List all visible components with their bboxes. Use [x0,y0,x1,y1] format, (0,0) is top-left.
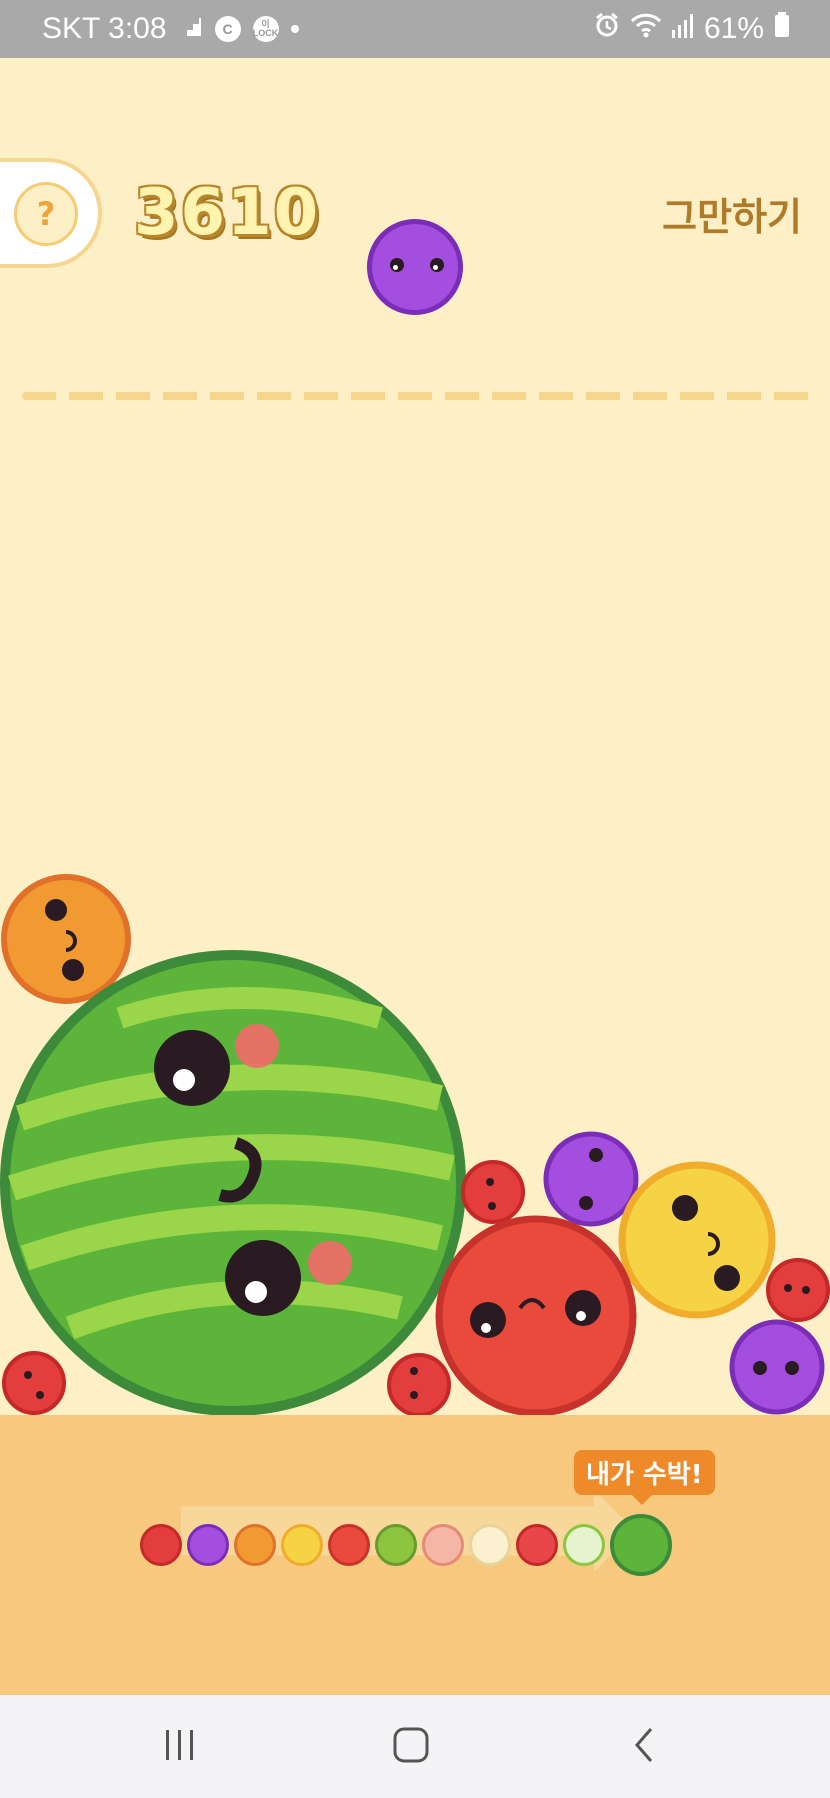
notification-dot-icon [290,25,299,33]
wifi-icon [630,12,662,46]
chain-tomato [516,1524,558,1566]
fruit-grape [543,1131,639,1227]
status-left: SKT 3:08 C 이 LOCK [42,12,299,46]
recent-apps-icon[interactable] [150,1715,210,1775]
fruit-strawberry [766,1258,830,1322]
fruit-field [0,874,830,1415]
chain-grape [187,1524,229,1566]
navigation-bar [0,1695,830,1798]
alarm-icon [594,12,620,46]
fruit-persimmon [618,1161,776,1319]
fruit-grape [729,1319,825,1415]
chain-kiwi [375,1524,417,1566]
back-icon[interactable] [614,1715,674,1775]
home-icon[interactable] [381,1715,441,1775]
evolution-chain [140,1514,672,1576]
signal-steps-icon [179,12,203,46]
floor: 내가 수박! [0,1415,830,1695]
fruit-orange [1,874,131,1004]
battery-icon [774,12,790,46]
battery-percent: 61% [703,12,764,45]
chain-orange [234,1524,276,1566]
fruit-cherry [2,1351,66,1415]
chain-melon [563,1524,605,1566]
chain-apple [328,1524,370,1566]
chain-pear [469,1524,511,1566]
chain-cherry [140,1524,182,1566]
watermelon-callout: 내가 수박! [574,1450,715,1505]
cell-signal-icon [671,12,694,46]
fruit-strawberry [461,1160,525,1224]
chain-persimmon [281,1524,323,1566]
lock-circle-icon: 이 LOCK [252,16,279,42]
chain-watermelon [610,1514,672,1576]
status-bar: SKT 3:08 C 이 LOCK 61% [0,0,830,58]
carrier-time: SKT 3:08 [42,12,167,45]
chain-peach [422,1524,464,1566]
game-area[interactable]: ? 3610 그만하기 [0,58,830,1415]
fruit-apple [435,1215,637,1415]
c-circle-icon: C [214,16,241,42]
status-right: 61% [594,12,790,46]
fruit-cherry [387,1353,451,1415]
fruit-watermelon [0,950,466,1415]
